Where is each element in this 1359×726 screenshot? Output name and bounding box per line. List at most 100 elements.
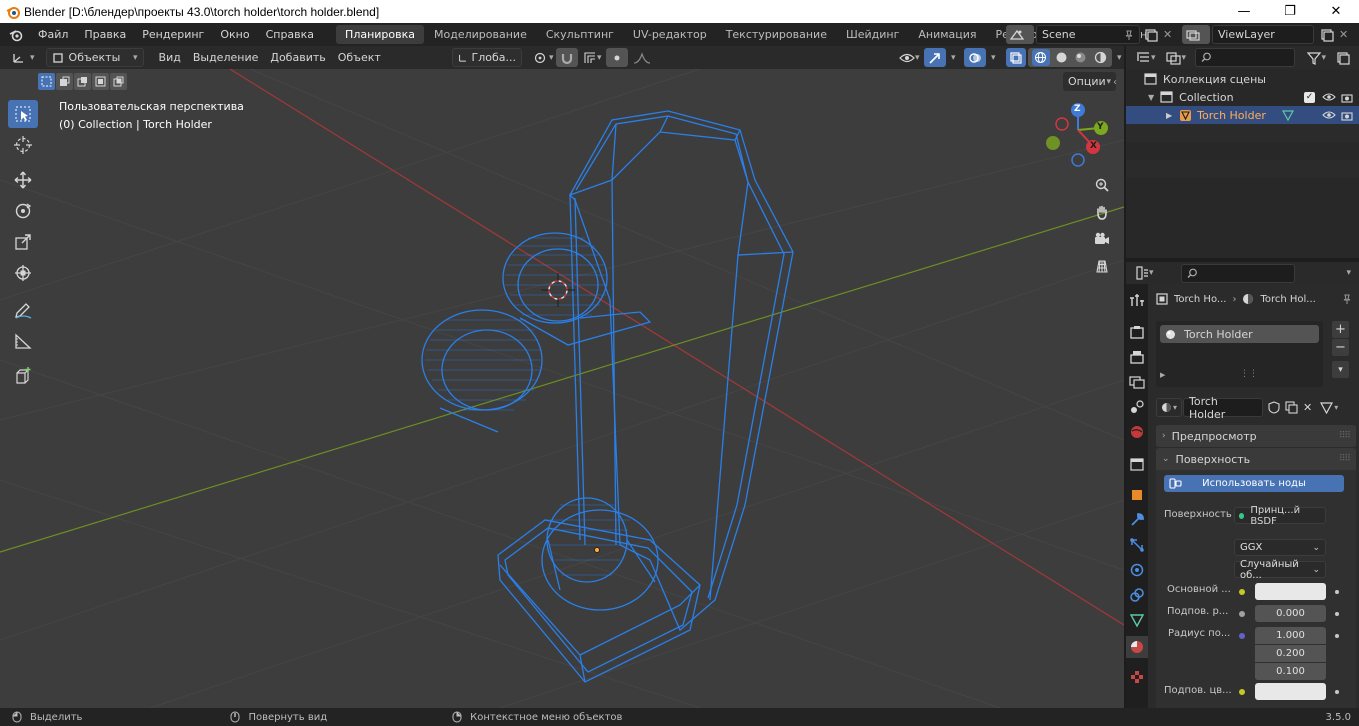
xray-toggle[interactable] xyxy=(1006,48,1026,67)
gizmo-toggle[interactable] xyxy=(924,48,946,67)
collection-tab-icon[interactable] xyxy=(1129,456,1145,475)
zoom-button[interactable] xyxy=(1090,173,1114,197)
overlays-toggle[interactable] xyxy=(964,48,986,67)
material-name-field[interactable]: Torch Holder xyxy=(1183,395,1263,421)
camera-view-button[interactable] xyxy=(1090,227,1114,251)
keyframe-dot-icon[interactable] xyxy=(1335,612,1339,616)
minimize-button[interactable]: — xyxy=(1221,0,1267,23)
new-view-layer-icon[interactable] xyxy=(1320,28,1334,42)
browse-material-button[interactable]: ▾ xyxy=(1156,398,1182,417)
modifier-tab-icon[interactable] xyxy=(1129,512,1145,531)
expand-down-icon[interactable]: ▼ xyxy=(1148,93,1154,102)
resize-handle-icon[interactable]: ⋮⋮ xyxy=(1240,369,1258,379)
mesh-data-icon[interactable] xyxy=(1281,109,1294,121)
add-slot-button[interactable]: + xyxy=(1332,321,1349,338)
outliner-filter-button[interactable]: ▾ xyxy=(1302,48,1331,67)
remove-slot-button[interactable]: − xyxy=(1332,339,1349,356)
properties-search-input[interactable] xyxy=(1180,263,1295,283)
unlink-material-icon[interactable]: ✕ xyxy=(1303,401,1312,414)
world-tab-icon[interactable] xyxy=(1129,424,1145,443)
collection-checkbox[interactable]: ✓ xyxy=(1304,91,1315,103)
radius-x-field[interactable]: 1.000 xyxy=(1255,627,1326,644)
subsurface-color-field[interactable] xyxy=(1255,683,1326,700)
rendered-shading-button[interactable] xyxy=(1092,49,1108,66)
physics-tab-icon[interactable] xyxy=(1129,562,1145,581)
sidebar-toggle-chevron-icon[interactable]: ‹ xyxy=(1113,77,1117,88)
menu-edit[interactable]: Правка xyxy=(76,28,134,41)
wireframe-shading-button[interactable] xyxy=(1031,49,1050,66)
select-subtract-icon[interactable] xyxy=(74,73,91,90)
use-nodes-button[interactable]: Использовать ноды xyxy=(1164,475,1344,492)
delete-scene-icon[interactable]: ✕ xyxy=(1163,28,1172,41)
menu-select[interactable]: Выделение xyxy=(188,48,264,67)
surface-panel-header[interactable]: ⌄ Поверхность ⠿⠿ xyxy=(1156,448,1356,470)
material-shading-button[interactable] xyxy=(1073,49,1089,66)
pivot-point-select[interactable]: ▾ xyxy=(528,48,559,67)
mode-select[interactable]: Объекты ▾ xyxy=(45,48,144,67)
menu-file[interactable]: Файл xyxy=(30,28,76,41)
editor-type-button[interactable]: ▾ xyxy=(6,48,40,67)
scene-browse-button[interactable] xyxy=(1006,25,1034,44)
cursor-tool[interactable] xyxy=(8,131,38,159)
view-layer-tab-icon[interactable] xyxy=(1129,374,1145,393)
measure-tool[interactable] xyxy=(8,327,38,355)
preview-panel-header[interactable]: › Предпросмотр ⠿⠿ xyxy=(1156,425,1356,447)
menu-object[interactable]: Объект xyxy=(333,48,386,67)
eye-icon[interactable] xyxy=(1322,110,1336,120)
transform-orientation-select[interactable]: Глоба... xyxy=(452,48,522,67)
new-scene-icon[interactable] xyxy=(1144,28,1158,42)
select-new-icon[interactable] xyxy=(38,73,55,90)
tab-sculpting[interactable]: Скульптинг xyxy=(537,25,623,44)
scale-tool[interactable] xyxy=(8,228,38,256)
outliner-row-collection[interactable]: ▼ Collection ✓ xyxy=(1126,88,1359,106)
keyframe-dot-icon[interactable] xyxy=(1335,634,1339,638)
render-tab-icon[interactable] xyxy=(1129,324,1145,343)
surface-shader-field[interactable]: Принц...й BSDF xyxy=(1234,505,1326,527)
menu-view[interactable]: Вид xyxy=(154,48,186,67)
solid-shading-button[interactable] xyxy=(1053,49,1069,66)
base-color-field[interactable] xyxy=(1255,583,1326,600)
subsurface-method-select[interactable]: Случайный об... ⌄ xyxy=(1234,559,1326,581)
expand-right-icon[interactable]: ▶ xyxy=(1166,111,1172,120)
3d-viewport[interactable]: Z Y X Пользовательская перспектива (0) C… xyxy=(0,69,1124,708)
tab-uv-editing[interactable]: UV-редактор xyxy=(624,25,716,44)
overlays-options-chevron-icon[interactable]: ▾ xyxy=(986,48,1001,67)
view-layer-browse-button[interactable] xyxy=(1182,25,1210,44)
snap-toggle[interactable] xyxy=(556,48,578,67)
outliner-row-torch-holder[interactable]: ▶ Torch Holder xyxy=(1126,106,1359,124)
tab-layout[interactable]: Планировка xyxy=(336,25,425,44)
subsurface-weight-field[interactable]: 0.000 xyxy=(1255,605,1326,622)
menu-render[interactable]: Рендеринг xyxy=(134,28,212,41)
material-slot-row[interactable]: Torch Holder xyxy=(1160,325,1319,343)
keyframe-dot-icon[interactable] xyxy=(1335,690,1339,694)
transform-tool[interactable] xyxy=(8,259,38,287)
output-tab-icon[interactable] xyxy=(1129,349,1145,368)
scene-tab-icon[interactable] xyxy=(1129,399,1145,418)
link-type-select[interactable]: ▾ xyxy=(1320,401,1338,414)
view-layer-name-field[interactable]: ViewLayer xyxy=(1212,25,1314,44)
object-tab-icon[interactable] xyxy=(1129,487,1145,506)
menu-help[interactable]: Справка xyxy=(258,28,322,41)
select-invert-icon[interactable] xyxy=(92,73,109,90)
tab-texture-paint[interactable]: Текстурирование xyxy=(717,25,836,44)
pin-icon[interactable] xyxy=(1124,30,1134,40)
new-collection-button[interactable] xyxy=(1331,48,1355,67)
keyframe-dot-icon[interactable] xyxy=(1335,590,1339,594)
close-button[interactable]: ✕ xyxy=(1313,0,1359,23)
select-intersect-icon[interactable] xyxy=(110,73,127,90)
properties-editor-type-button[interactable]: ▾ xyxy=(1130,264,1159,283)
menu-add[interactable]: Добавить xyxy=(265,48,330,67)
menu-window[interactable]: Окно xyxy=(212,28,257,41)
expand-right-icon[interactable]: ▶ xyxy=(1160,371,1165,379)
snap-target-select[interactable]: ▾ xyxy=(578,48,607,67)
options-dropdown[interactable]: Опции ▾ xyxy=(1063,72,1116,91)
data-tab-icon[interactable] xyxy=(1129,612,1145,631)
outliner-editor-type-button[interactable]: ▾ xyxy=(1130,48,1161,67)
proportional-falloff-select[interactable] xyxy=(628,48,656,67)
display-mode-button[interactable]: ▾ xyxy=(1161,48,1192,67)
slot-menu-button[interactable]: ▾ xyxy=(1332,361,1349,378)
radius-z-field[interactable]: 0.100 xyxy=(1255,663,1326,680)
drag-handle-icon[interactable]: ⠿⠿ xyxy=(1339,431,1351,441)
perspective-toggle-button[interactable] xyxy=(1090,254,1114,278)
pan-button[interactable] xyxy=(1090,200,1114,224)
